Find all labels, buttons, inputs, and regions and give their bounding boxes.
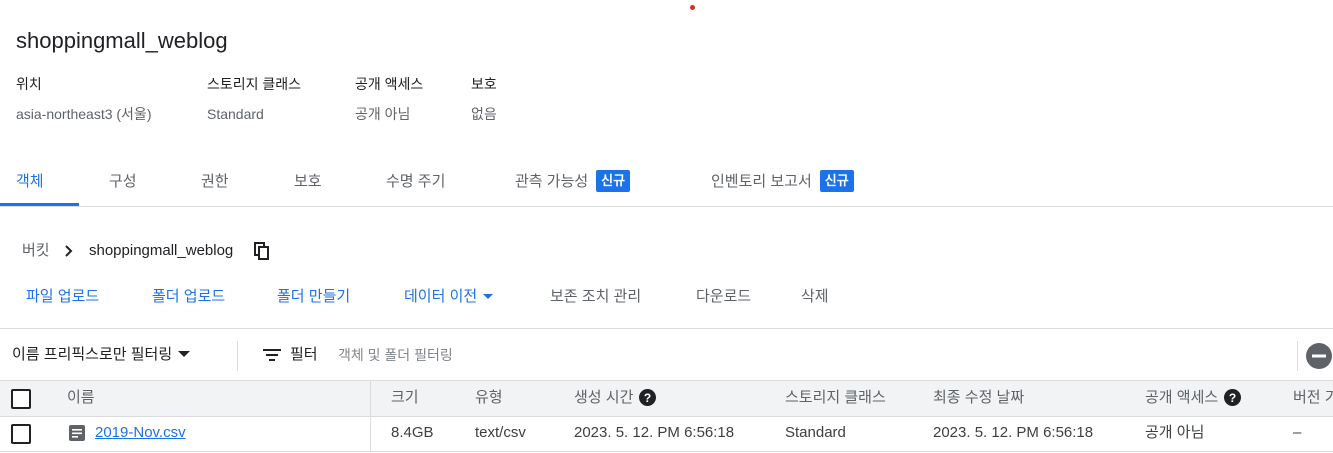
meta-protection-label: 보호 [471,76,497,92]
tab-bar: 객체 구성 권한 보호 수명 주기 관측 가능성 신규 인벤토리 보고서 신규 [0,160,1333,207]
tab-configuration-label: 구성 [109,173,137,190]
column-header-name[interactable]: 이름 [67,381,95,416]
filter-icon[interactable] [263,348,281,362]
tab-permissions-label: 권한 [201,173,229,190]
new-badge: 신규 [596,170,631,193]
meta-location: 위치 asia-northeast3 (서울) [16,74,151,124]
file-name-link[interactable]: 2019-Nov.csv [95,416,186,451]
meta-storage-class-value: Standard [207,106,264,122]
filter-label: 필터 [290,346,318,363]
cell-public-access: 공개 아님 [1145,424,1205,441]
dropdown-caret-icon [483,293,494,299]
help-icon[interactable]: ? [639,388,657,406]
collapse-icon[interactable] [1305,342,1333,370]
cell-size: 8.4GB [391,424,434,441]
create-folder-button[interactable]: 폴더 만들기 [277,286,350,308]
svg-text:?: ? [644,391,651,405]
transfer-data-button[interactable]: 데이터 이전 [404,286,494,308]
column-divider [370,416,371,451]
svg-text:?: ? [1229,391,1236,405]
manage-retention-button[interactable]: 보존 조치 관리 [550,286,641,308]
tab-lifecycle[interactable]: 수명 주기 [386,160,445,204]
row-checkbox[interactable] [11,424,31,444]
column-header-size[interactable]: 크기 [391,381,419,416]
download-button[interactable]: 다운로드 [696,286,751,308]
chevron-right-icon [65,245,73,257]
meta-location-value: asia-northeast3 (서울) [16,106,152,122]
active-tab-indicator [0,203,79,206]
divider [1297,341,1298,371]
table-header: 이름 크기 유형 생성 시간? 스토리지 클래스 최종 수정 날짜 공개 액세스… [0,380,1333,417]
column-header-public-access[interactable]: 공개 액세스? [1145,381,1242,416]
tab-configuration[interactable]: 구성 [109,160,137,204]
tab-inventory-reports-label: 인벤토리 보고서 [711,173,812,190]
column-header-created-label: 생성 시간 [574,389,634,406]
notification-dot [690,5,695,10]
meta-location-label: 위치 [16,76,42,92]
transfer-data-label: 데이터 이전 [404,288,478,305]
tab-protection-label: 보호 [294,173,322,190]
upload-file-button[interactable]: 파일 업로드 [26,286,99,308]
help-icon[interactable]: ? [1224,388,1242,406]
column-header-storage-class[interactable]: 스토리지 클래스 [785,381,886,416]
delete-button[interactable]: 삭제 [801,286,829,308]
upload-folder-button[interactable]: 폴더 업로드 [152,286,225,308]
meta-storage-class-label: 스토리지 클래스 [207,76,302,92]
dropdown-caret-icon [178,351,191,358]
prefix-filter-dropdown[interactable]: 이름 프리픽스로만 필터링 [12,344,191,366]
table-row: 2019-Nov.csv 8.4GB text/csv 2023. 5. 12.… [0,416,1333,452]
meta-public-access: 공개 액세스 공개 아님 [355,74,423,124]
cell-modified: 2023. 5. 12. PM 6:56:18 [933,424,1094,441]
cell-type: text/csv [475,424,526,441]
meta-storage-class: 스토리지 클래스 Standard [207,74,301,124]
prefix-filter-label: 이름 프리픽스로만 필터링 [12,346,173,363]
tab-lifecycle-label: 수명 주기 [386,173,446,190]
meta-public-access-label: 공개 액세스 [355,76,424,92]
copy-icon[interactable] [254,242,270,260]
tab-inventory-reports[interactable]: 인벤토리 보고서 신규 [711,160,854,204]
cell-created: 2023. 5. 12. PM 6:56:18 [574,424,735,441]
tab-objects[interactable]: 객체 [16,160,44,204]
tab-observability[interactable]: 관측 가능성 신규 [515,160,631,204]
filter-bar: 이름 프리픽스로만 필터링 필터 [0,328,1333,381]
column-header-modified[interactable]: 최종 수정 날짜 [933,381,1024,416]
divider [237,341,238,371]
column-header-type[interactable]: 유형 [475,381,503,416]
cell-storage-class: Standard [785,424,846,441]
column-header-public-access-label: 공개 액세스 [1145,389,1219,406]
breadcrumb-buckets[interactable]: 버킷 [22,240,50,262]
file-name[interactable]: 2019-Nov.csv [95,424,186,441]
filter-input[interactable] [338,343,1238,367]
tab-permissions[interactable]: 권한 [201,160,229,204]
tab-objects-label: 객체 [16,173,44,190]
breadcrumb-current-bucket: shoppingmall_weblog [89,242,234,259]
cell-version: – [1293,424,1302,441]
meta-protection: 보호 없음 [471,74,497,124]
column-header-created[interactable]: 생성 시간? [574,381,657,416]
new-badge: 신규 [819,170,854,193]
column-divider [370,381,371,416]
tab-observability-label: 관측 가능성 [515,173,589,190]
meta-public-access-value: 공개 아님 [355,106,411,122]
meta-protection-value: 없음 [471,106,497,122]
select-all-checkbox[interactable] [11,389,31,409]
file-icon [69,425,85,441]
column-header-version[interactable]: 버전 기 [1293,381,1333,416]
tab-protection[interactable]: 보호 [294,160,322,204]
page-title: shoppingmall_weblog [16,28,228,53]
